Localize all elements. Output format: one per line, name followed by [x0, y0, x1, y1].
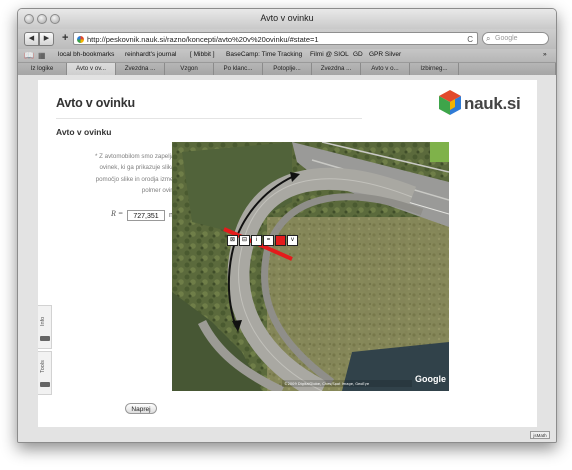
tab-item[interactable]: Vzgon [165, 63, 214, 75]
search-icon: ⌕ [486, 34, 491, 43]
bookmark-item[interactable]: reinhardt's journal [125, 51, 176, 58]
back-button[interactable]: ◀ [24, 32, 39, 46]
bookmark-item[interactable]: BaseCamp: Time Tracking [226, 51, 302, 58]
bookmark-item[interactable]: GD [353, 51, 363, 58]
tab-bar-empty [459, 63, 556, 75]
ruler-info-button[interactable]: i [251, 235, 262, 246]
bookmark-item[interactable]: local bh-bookmarks [58, 51, 114, 58]
radius-answer-row: R = 727,351 m [86, 209, 182, 223]
tab-item[interactable]: Avto v o... [361, 63, 410, 75]
section-title: Avto v ovinku [56, 127, 112, 137]
radius-input[interactable]: 727,351 [127, 210, 165, 221]
browser-toolbar: ◀ ▶ + http://peskovnik.nauk.si/razno/kon… [18, 29, 556, 49]
page-panel: Avto v ovinku nauk.si Avto v ovinku * Z … [38, 80, 537, 427]
page-title: Avto v ovinku [56, 96, 135, 110]
logo-text: nauk.si [464, 94, 521, 113]
bookmarks-bar: 📖 ▦ local bh-bookmarks reinhardt's journ… [18, 49, 556, 63]
tab-item[interactable]: Izbirneg... [410, 63, 459, 75]
jsmath-button[interactable]: jsMath [530, 431, 550, 439]
bookmarks-book-icon[interactable]: 📖 [24, 51, 34, 60]
info-side-tab[interactable]: Info [38, 305, 52, 349]
tab-bar: Iz logike Avto v ov... Zvezdna ... Vzgon… [18, 63, 556, 75]
window-title: Avto v ovinku [260, 13, 314, 23]
google-watermark: Google [415, 374, 446, 384]
ruler-dropdown-button[interactable]: v [287, 235, 298, 246]
tab-item-active[interactable]: Avto v ov... [67, 63, 116, 75]
search-placeholder: Google [495, 35, 518, 42]
tools-icon [40, 382, 50, 387]
nauk-logo-icon [439, 90, 461, 115]
ruler-color-button[interactable]: ■ [275, 235, 286, 246]
next-button[interactable]: Naprej [125, 403, 157, 414]
satellite-map[interactable]: ©2009 DigitalGlobe, Cnes/Spot Image, Geo… [172, 142, 449, 391]
reload-icon[interactable]: C [467, 33, 473, 44]
task-instructions: * Z avtomobilom smo zapeljali v ovinek, … [95, 153, 182, 194]
tab-item[interactable]: Potoplje... [263, 63, 312, 75]
map-copyright: ©2009 DigitalGlobe, Cnes/Spot Image, Geo… [284, 382, 370, 386]
bookmark-item[interactable]: [ Mibbit ] [190, 51, 215, 58]
top-sites-grid-icon[interactable]: ▦ [38, 51, 46, 60]
tools-side-tab[interactable]: Tools [38, 351, 52, 395]
search-field[interactable]: ⌕ Google [482, 32, 549, 45]
map-image: ©2009 DigitalGlobe, Cnes/Spot Image, Geo… [172, 142, 449, 391]
ruler-equals-button[interactable]: = [263, 235, 274, 246]
web-content: Avto v ovinku nauk.si Avto v ovinku * Z … [18, 75, 556, 442]
info-icon [40, 336, 50, 341]
title-divider [56, 118, 362, 119]
forward-button[interactable]: ▶ [39, 32, 54, 46]
tools-tab-label: Tools [40, 360, 46, 374]
tab-item[interactable]: Zvezdna ... [312, 63, 361, 75]
add-bookmark-button[interactable]: + [62, 32, 68, 44]
radius-label: R = [111, 209, 124, 218]
tab-item[interactable]: Zvezdna ... [116, 63, 165, 75]
info-tab-label: Info [40, 316, 46, 326]
ruler-minimize-button[interactable]: ⊟ [239, 235, 250, 246]
address-bar-url: http://peskovnik.nauk.si/razno/koncepti/… [87, 35, 319, 44]
address-bar[interactable]: http://peskovnik.nauk.si/razno/koncepti/… [73, 32, 478, 45]
tab-item[interactable]: Iz logike [18, 63, 67, 75]
ruler-close-button[interactable]: ⊠ [227, 235, 238, 246]
bookmark-item[interactable]: Filmi @ SIOL [310, 51, 349, 58]
tab-item[interactable]: Po klanc... [214, 63, 263, 75]
bookmarks-overflow-icon[interactable]: » [543, 51, 547, 58]
bookmark-item[interactable]: GPR Silver [369, 51, 401, 58]
nauk-logo[interactable]: nauk.si [437, 89, 521, 117]
browser-window: Avto v ovinku ◀ ▶ + http://peskovnik.nau… [17, 8, 557, 443]
title-bar: Avto v ovinku [18, 9, 556, 29]
ruler-controls: ⊠ ⊟ i = ■ v [227, 235, 298, 246]
site-favicon-icon [77, 36, 84, 43]
